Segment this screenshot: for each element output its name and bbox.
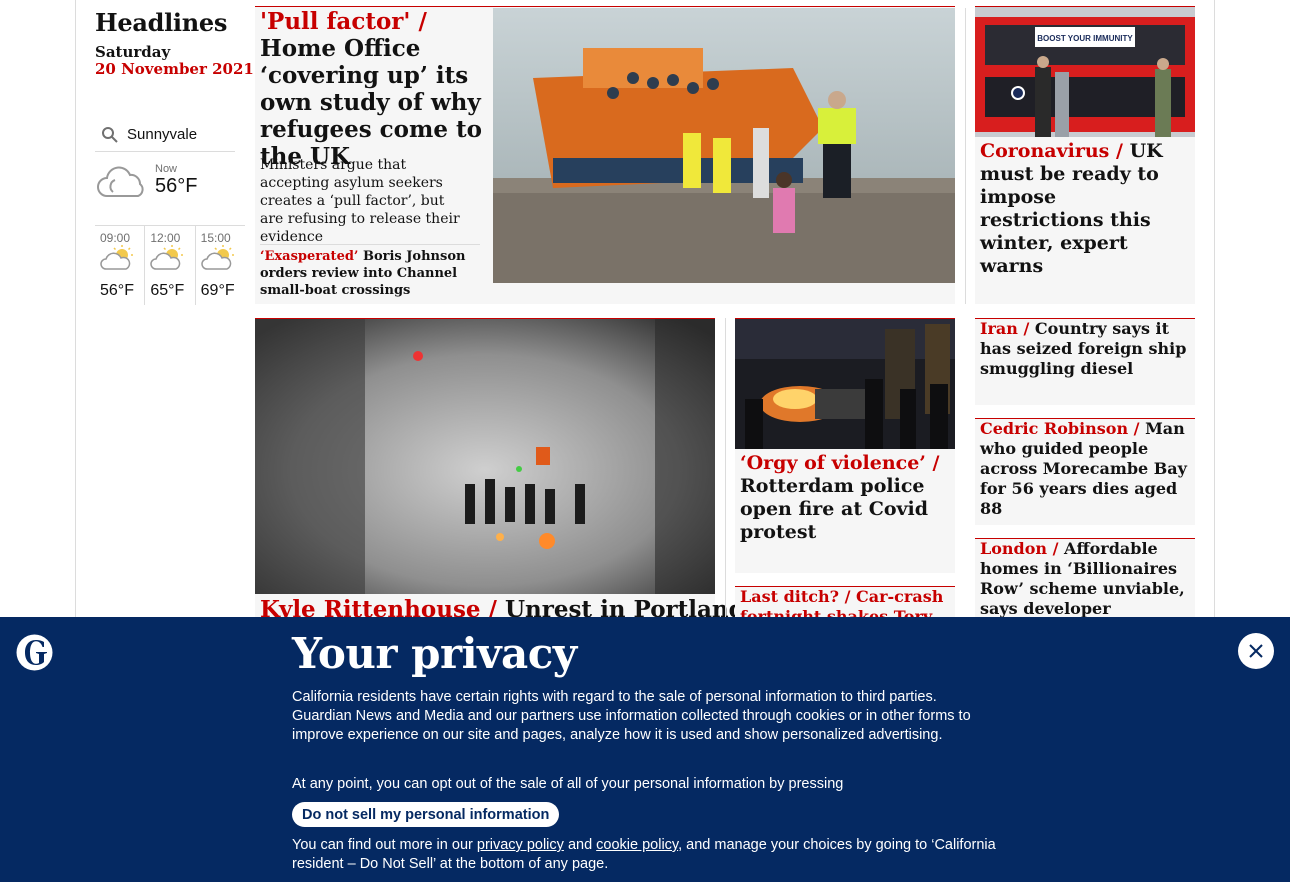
forecast-time: 12:00 <box>150 231 181 245</box>
partly-cloudy-icon <box>150 245 184 270</box>
privacy-title: Your privacy <box>292 629 577 678</box>
london-kicker: London / <box>980 539 1059 558</box>
main-story-sublink[interactable]: ‘Exasperated’ Boris Johnson orders revie… <box>260 244 480 299</box>
forecast-slot: 09:00 56°F <box>95 226 146 305</box>
rotterdam-kicker: ‘Orgy of violence’ / <box>740 452 940 474</box>
close-icon <box>1249 644 1263 658</box>
close-privacy-button[interactable] <box>1238 633 1274 669</box>
privacy-optout-text: At any point, you can opt out of the sal… <box>292 776 844 792</box>
iran-headline[interactable]: Iran / Country says it has seized foreig… <box>980 319 1190 379</box>
weather-forecast: 09:00 56°F 12:00 65°F 15:00 69°F <box>95 225 245 305</box>
robinson-kicker: Cedric Robinson / <box>980 419 1140 438</box>
weather-now-label: Now <box>155 163 178 175</box>
rotterdam-image[interactable] <box>735 319 955 449</box>
robinson-headline[interactable]: Cedric Robinson / Man who guided people … <box>980 419 1190 519</box>
forecast-temp: 56°F <box>100 282 134 299</box>
section-title: Headlines <box>95 8 228 37</box>
bus-ad-text: BOOST YOUR IMMUNITY <box>1037 34 1133 43</box>
main-story-image[interactable] <box>493 8 955 283</box>
weather-location-search[interactable]: Sunnyvale <box>95 118 235 152</box>
privacy-more-info: You can find out more in our privacy pol… <box>292 836 997 874</box>
more-info-start: You can find out more in our <box>292 837 473 853</box>
column-divider <box>725 318 726 618</box>
main-story-headline[interactable]: 'Pull factor' / Home Office ‘covering up… <box>260 8 485 170</box>
portland-image[interactable] <box>255 319 715 594</box>
iran-kicker: Iran / <box>980 319 1030 338</box>
coronavirus-image[interactable]: BOOST YOUR IMMUNITY <box>975 7 1195 137</box>
last-ditch-kicker: Last ditch? / <box>740 587 851 606</box>
section-day: Saturday <box>95 43 171 61</box>
guardian-logo-icon <box>16 634 53 671</box>
coronavirus-kicker: Coronavirus / <box>980 140 1123 162</box>
weather-location: Sunnyvale <box>127 126 198 143</box>
weather-now-temp: 56°F <box>155 175 198 197</box>
column-divider <box>965 8 966 304</box>
main-story-title: Home Office ‘covering up’ its own study … <box>260 35 482 170</box>
forecast-time: 15:00 <box>200 231 231 245</box>
main-story-standfirst: Ministers argue that accepting asylum se… <box>260 157 460 245</box>
section-date: 20 November 2021 <box>95 60 254 78</box>
privacy-paragraph: California residents have certain rights… <box>292 689 971 743</box>
partly-cloudy-icon <box>200 245 234 270</box>
privacy-banner: Your privacy California residents have c… <box>0 617 1290 882</box>
main-story-kicker: 'Pull factor' / <box>260 8 427 35</box>
forecast-time: 09:00 <box>100 231 131 245</box>
partly-cloudy-icon <box>100 245 133 270</box>
forecast-slot: 15:00 69°F <box>196 226 245 305</box>
coronavirus-headline[interactable]: Coronavirus / UK must be ready to impose… <box>980 140 1180 278</box>
sublink-kicker: ‘Exasperated’ <box>260 249 359 264</box>
rotterdam-title: Rotterdam police open fire at Covid prot… <box>740 475 929 543</box>
rotterdam-headline[interactable]: ‘Orgy of violence’ / Rotterdam police op… <box>740 452 952 544</box>
privacy-policy-link[interactable]: privacy policy <box>477 837 564 853</box>
forecast-slot: 12:00 65°F <box>145 226 196 305</box>
search-icon <box>102 126 118 143</box>
do-not-sell-button[interactable]: Do not sell my personal information <box>292 802 560 827</box>
forecast-temp: 65°F <box>150 282 185 299</box>
cloudy-icon <box>97 166 144 197</box>
london-headline[interactable]: London / Affordable homes in ‘Billionair… <box>980 539 1192 619</box>
cookie-policy-link[interactable]: cookie policy <box>596 837 678 853</box>
more-info-and: and <box>567 837 593 853</box>
forecast-temp: 69°F <box>200 282 235 299</box>
